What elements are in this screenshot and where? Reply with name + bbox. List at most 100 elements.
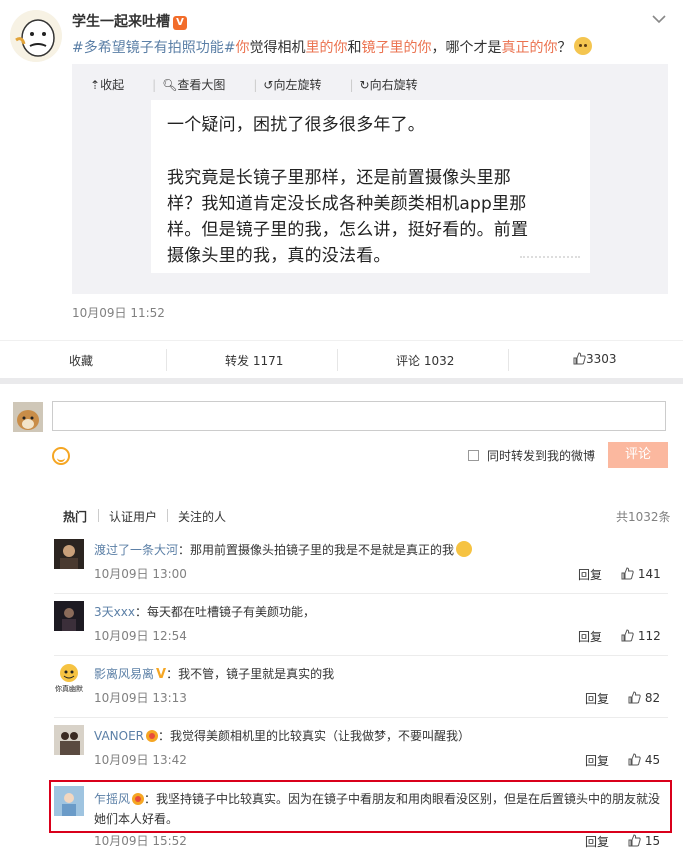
author-name[interactable]: 学生一起来吐槽 V [72,11,187,31]
image-text-line: 一个疑问，困扰了很多很多年了。 [167,115,425,135]
filter-divider [167,509,168,522]
comment-button[interactable]: 评论 1032 [396,352,454,369]
post-timestamp[interactable]: 10月09日 11:52 [72,304,165,321]
comment-body: 影离风易离 V：我不管，镜子里就是真实的我 [94,665,334,682]
commenter-name[interactable]: 3天xxx [94,605,135,619]
comment-text: ：每天都在吐槽镜子有美颜功能， [134,605,315,619]
post-text: #多希望镜子有拍照功能#你觉得相机里的你和镜子里的你，哪个才是真正的你？ [72,37,593,57]
comment-time: 10月09日 13:42 [94,753,187,767]
comment-body: VANOER ：我觉得美颜相机里的比较真实（让我做梦，不要叫醒我） [94,727,470,744]
commenter-avatar[interactable] [54,601,84,631]
commenter-name[interactable]: VANOER [94,729,144,743]
image-watermark-dots [520,256,580,260]
comment-like-button[interactable]: 15 [628,834,660,848]
commenter-avatar[interactable]: 你真幽默 [54,662,84,696]
author-avatar[interactable] [10,10,62,62]
comment-like-count[interactable]: 15 [645,834,660,848]
submit-comment-button[interactable]: 评论 [608,442,668,468]
reply-button[interactable]: 回复 [585,752,609,769]
toolbar-divider: | [349,78,354,92]
post-text-part: 和 [347,40,362,56]
image-text-line: 样。但是镜子里的我，怎么讲，挺好看的。前置 [167,220,529,240]
post-text-part: 镜子里的你 [361,40,432,56]
view-large-label[interactable]: 查看大图 [177,78,225,92]
image-text-line: 我究竟是长镜子里那样，还是前置摄像头里那 [167,168,511,188]
filter-following[interactable]: 关注的人 [178,508,226,525]
view-large-button[interactable]: 🔍︎查看大图 [162,78,239,92]
yellow-v-badge-icon: V [156,667,167,682]
comment-like-count[interactable]: 112 [638,629,661,643]
verified-badge-icon: V [173,16,187,30]
collapse-label[interactable]: 收起 [100,78,124,92]
reply-button[interactable]: 回复 [585,690,609,707]
rotate-right-label[interactable]: 向右旋转 [370,78,418,92]
comment-like-button[interactable]: 141 [621,567,661,581]
post-text-part: 真正 [501,40,530,56]
comment-like-button[interactable]: 82 [628,691,660,705]
post-text-part: 觉得相机 [249,40,306,56]
rotate-right-button[interactable]: ↻向右旋转 [360,78,432,92]
image-text-line: 样？我知道肯定没长成各种美颜类相机app里那 [167,194,527,214]
laugh-emoji-icon [456,541,473,557]
commenter-name[interactable]: 影离风易离 [94,667,154,681]
comment-time: 10月09日 15:52 [94,834,187,848]
post-text-part: 里的你 [305,40,348,56]
comment-time: 10月09日 13:13 [94,691,187,705]
commenter-avatar[interactable] [54,725,84,755]
thumb-up-icon [628,691,641,704]
comment-text: ：那用前置摄像头拍镜子里的我是不是就是真正的我 [178,543,455,557]
author-name-text[interactable]: 学生一起来吐槽 [72,14,170,30]
repost-button[interactable]: 转发 1171 [225,352,283,369]
reply-button[interactable]: 回复 [578,566,602,583]
thumb-up-icon [628,834,641,847]
thumb-up-icon [628,753,641,766]
filter-divider [98,509,99,522]
section-divider [0,378,683,384]
repost-checkbox[interactable] [468,450,479,461]
repost-checkbox-label[interactable]: 同时转发到我的微博 [487,447,595,464]
post-text-part: ？ [557,40,572,56]
comment-total: 共1032条 [616,510,671,524]
comment-like-button[interactable]: 112 [621,629,661,643]
comment-like-button[interactable]: 45 [628,753,660,767]
like-count[interactable]: 3303 [586,352,617,366]
comment-divider [54,593,668,594]
comment-body: 渡过了一条大河：那用前置摄像头拍镜子里的我是不是就是真正的我 [94,541,473,558]
thumb-up-icon [621,629,634,642]
action-divider [508,349,509,371]
member-badge-icon [146,730,158,742]
rotate-left-label[interactable]: 向左旋转 [273,78,321,92]
rotate-left-button[interactable]: ↺向左旋转 [263,78,335,92]
commenter-name[interactable]: 渡过了一条大河 [94,543,178,557]
hashtag-link[interactable]: #多希望镜子有拍照功能# [72,40,235,56]
post-text-part: ，哪个才是 [431,40,502,56]
comment-text: ：我不管，镜子里就是真实的我 [166,667,335,681]
action-divider [166,349,167,371]
emoji-picker-icon[interactable] [52,447,70,465]
favorite-button[interactable]: 收藏 [69,352,93,369]
like-button[interactable]: 3303 [573,352,617,366]
image-toolbar: ⇡收起 | 🔍︎查看大图 | ↺向左旋转 | ↻向右旋转 [90,76,446,93]
doge-emoji-icon [574,37,593,55]
comment-time: 10月09日 13:00 [94,567,187,581]
commenter-avatar[interactable] [54,539,84,569]
comment-body: 3天xxx：每天都在吐槽镜子有美颜功能， [94,603,315,620]
image-text-line: 摄像头里的我，真的没法看。 [167,246,391,266]
reply-button[interactable]: 回复 [578,628,602,645]
comment-input[interactable] [52,401,666,431]
post-text-part: 的你 [529,40,558,56]
filter-verified[interactable]: 认证用户 [109,508,157,525]
comment-like-count[interactable]: 141 [638,567,661,581]
toolbar-divider: | [253,78,258,92]
my-avatar[interactable] [13,402,43,432]
post-text-part: 你 [235,40,250,56]
filter-hot[interactable]: 热门 [63,508,87,525]
comment-like-count[interactable]: 82 [645,691,660,705]
chevron-down-icon[interactable] [652,14,666,24]
avatar-caption: 你真幽默 [55,685,83,693]
thumb-up-icon [573,352,586,365]
thumb-up-icon [621,567,634,580]
comment-divider [54,717,668,718]
comment-like-count[interactable]: 45 [645,753,660,767]
collapse-button[interactable]: ⇡收起 [90,78,138,92]
